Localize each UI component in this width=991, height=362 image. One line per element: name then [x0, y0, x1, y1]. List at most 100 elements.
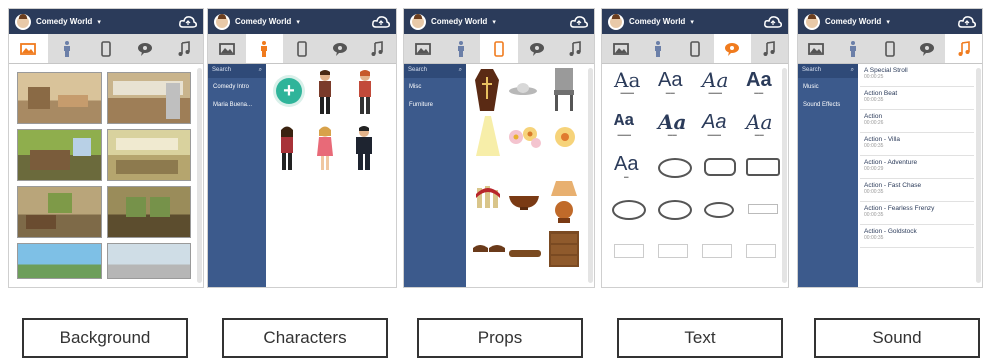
caption-box-tile[interactable] [658, 244, 688, 258]
coffin-prop[interactable] [474, 68, 500, 112]
tab-characters[interactable] [48, 34, 87, 63]
dresser-prop[interactable] [548, 230, 580, 270]
nav-search[interactable]: Search ⌕ [404, 64, 466, 78]
speech-bubble-tile[interactable] [658, 200, 692, 220]
sound-list-item[interactable]: A Special Stroll 00:00:25 [860, 64, 974, 87]
search-icon[interactable]: ⌕ [259, 67, 262, 75]
chevron-down-icon[interactable]: ▾ [296, 18, 300, 26]
background-thumbnail[interactable] [17, 129, 102, 181]
nav-item-misc[interactable]: Misc [404, 78, 466, 96]
flower-prop[interactable] [554, 126, 576, 148]
speech-bubble-tile[interactable] [658, 158, 692, 178]
tab-background[interactable] [208, 34, 246, 63]
workspace-name[interactable]: Comedy World [431, 17, 487, 26]
chair-prop[interactable] [552, 66, 576, 112]
tab-props[interactable] [872, 34, 909, 63]
tab-sound[interactable] [751, 34, 788, 63]
tab-sound[interactable] [164, 34, 203, 63]
tab-sound[interactable] [945, 34, 982, 63]
character-thumbnail[interactable] [356, 70, 374, 116]
nav-item-maria[interactable]: Maria Buena... [208, 96, 266, 114]
scrollbar[interactable] [976, 68, 981, 283]
sound-list-item[interactable]: Action - Villa 00:00:35 [860, 133, 974, 156]
tab-props[interactable] [480, 34, 518, 63]
sound-list-item[interactable]: Action - Fast Chase 00:00:35 [860, 179, 974, 202]
nav-item-sound-effects[interactable]: Sound Effects [798, 96, 858, 114]
chevron-down-icon[interactable]: ▾ [492, 18, 496, 26]
thought-bubble-tile[interactable] [612, 200, 646, 220]
sound-list-item[interactable]: Action - Fearless Frenzy 00:00:35 [860, 202, 974, 225]
avatar[interactable] [214, 13, 230, 30]
nav-item-music[interactable]: Music [798, 78, 858, 96]
background-thumbnail[interactable] [106, 129, 191, 181]
workspace-name[interactable]: Comedy World [36, 17, 92, 26]
caption-box-tile[interactable] [746, 244, 776, 258]
avatar[interactable] [804, 13, 820, 30]
tab-props[interactable] [87, 34, 126, 63]
caption-box-tile[interactable] [614, 244, 644, 258]
character-thumbnail[interactable] [316, 70, 334, 116]
workspace-name[interactable]: Comedy World [629, 17, 685, 26]
cloud-icon[interactable] [570, 15, 588, 29]
avatar[interactable] [410, 13, 426, 30]
tab-text[interactable] [321, 34, 359, 63]
avatar[interactable] [15, 13, 31, 30]
caption-box-tile[interactable] [702, 244, 732, 258]
add-character-button[interactable]: + [276, 78, 302, 104]
background-thumbnail[interactable] [106, 243, 191, 279]
sound-list-item[interactable]: Action - Goldstock 00:00:35 [860, 225, 974, 248]
background-thumbnail[interactable] [106, 186, 191, 238]
text-style-tile[interactable]: Aa ▬▬▬ [614, 112, 634, 137]
tab-text[interactable] [908, 34, 945, 63]
background-thumbnail[interactable] [17, 186, 102, 238]
tab-background[interactable] [602, 34, 639, 63]
tab-characters[interactable] [442, 34, 480, 63]
bowl-prop[interactable] [508, 192, 540, 210]
background-thumbnail[interactable] [17, 72, 102, 124]
search-icon[interactable]: ⌕ [459, 67, 462, 75]
light-beam-prop[interactable] [476, 116, 500, 156]
sound-list-item[interactable]: Action Beat 00:00:35 [860, 87, 974, 110]
shoes-prop[interactable] [472, 240, 506, 254]
tab-text[interactable] [713, 34, 751, 63]
background-thumbnail[interactable] [106, 72, 191, 124]
chevron-down-icon[interactable]: ▾ [886, 18, 890, 26]
caption-box-tile[interactable] [746, 158, 780, 176]
character-thumbnail[interactable] [354, 126, 374, 172]
text-style-tile[interactable]: Aa ▬▬▬ [702, 112, 726, 137]
tab-background[interactable] [9, 34, 48, 63]
nav-item-comedy-intro[interactable]: Comedy Intro [208, 78, 266, 96]
avatar[interactable] [608, 13, 624, 30]
sound-list-item[interactable]: Action 00:00:26 [860, 110, 974, 133]
background-thumbnail[interactable] [17, 243, 102, 279]
tab-props[interactable] [283, 34, 321, 63]
nav-search[interactable]: Search ⌕ [208, 64, 266, 78]
text-style-tile[interactable]: Aa ▬▬ [658, 70, 682, 95]
oval-bubble-tile[interactable] [704, 202, 734, 218]
cloud-icon[interactable] [764, 15, 782, 29]
flowers-prop[interactable] [508, 124, 542, 150]
text-style-tile[interactable]: Aa ▬▬▬ [702, 70, 728, 95]
scrollbar[interactable] [197, 68, 202, 283]
nav-search[interactable]: Search ⌕ [798, 64, 858, 78]
text-style-tile[interactable]: Aa ▬ [614, 154, 638, 179]
workspace-name[interactable]: Comedy World [825, 17, 881, 26]
plain-caption-tile[interactable] [748, 204, 778, 214]
tab-text[interactable] [518, 34, 556, 63]
text-style-tile[interactable]: Aa ▬▬ [658, 112, 686, 137]
cloud-icon[interactable] [958, 15, 976, 29]
text-style-tile[interactable]: Aa ▬▬ [746, 112, 772, 137]
speech-box-tile[interactable] [704, 158, 736, 176]
log-prop[interactable] [508, 246, 542, 260]
tab-props[interactable] [676, 34, 713, 63]
tab-background[interactable] [798, 34, 835, 63]
cloud-icon[interactable] [179, 15, 197, 29]
tab-sound[interactable] [556, 34, 594, 63]
search-icon[interactable]: ⌕ [851, 67, 854, 75]
tab-characters[interactable] [835, 34, 872, 63]
text-style-tile[interactable]: Aa ▬▬▬ [614, 70, 640, 95]
scrollbar[interactable] [588, 68, 593, 283]
tab-text[interactable] [125, 34, 164, 63]
chevron-down-icon[interactable]: ▾ [97, 18, 101, 26]
nav-item-furniture[interactable]: Furniture [404, 96, 466, 114]
